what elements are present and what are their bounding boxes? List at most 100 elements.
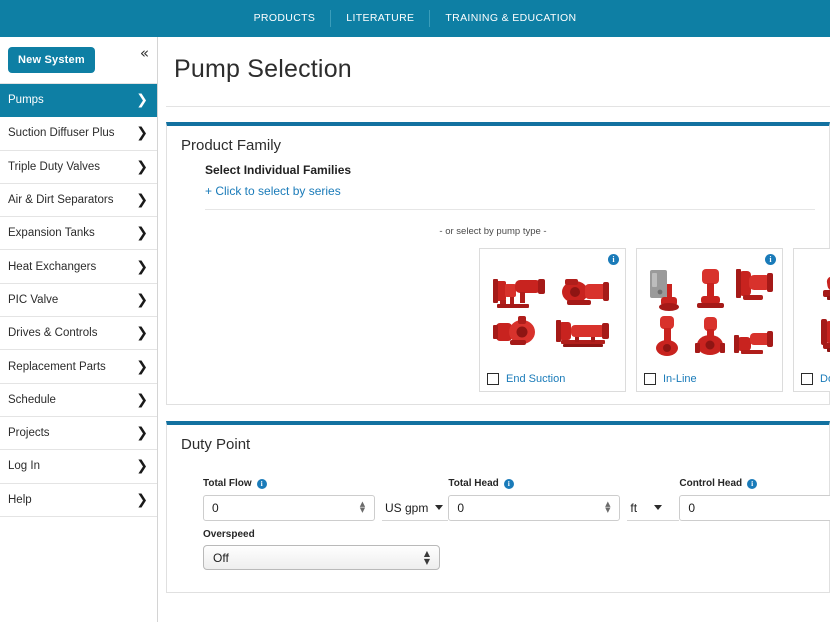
duty-point-panel: Duty Point Total Flow i ▲▼ US gpm — [166, 421, 830, 593]
in-line-label: In-Line — [663, 373, 697, 385]
total-flow-stepper[interactable]: ▲▼ — [358, 501, 367, 515]
page-title: Pump Selection — [166, 37, 830, 84]
info-icon[interactable]: i — [765, 254, 776, 265]
sidebar-item-label: PIC Valve — [8, 294, 58, 306]
sidebar-header: New System « — [0, 37, 157, 84]
duty-point-title: Duty Point — [167, 425, 829, 459]
control-head-label-row: Control Head i — [679, 478, 830, 489]
sidebar-item-label: Help — [8, 494, 32, 506]
pump-thumbnail — [733, 313, 775, 359]
pump-thumbnail — [690, 313, 732, 359]
info-icon[interactable]: i — [504, 479, 514, 489]
total-flow-label: Total Flow — [203, 478, 252, 489]
control-head-input[interactable] — [679, 495, 830, 521]
sidebar-item-label: Expansion Tanks — [8, 227, 95, 239]
main-content: Pump Selection Product Family Select Ind… — [158, 37, 830, 622]
topnav-item-training-education[interactable]: TRAINING & EDUCATION — [430, 11, 591, 26]
info-icon[interactable]: i — [608, 254, 619, 265]
topnav-item-products[interactable]: PRODUCTS — [239, 11, 331, 26]
new-system-button[interactable]: New System — [8, 47, 95, 73]
chevron-right-icon: ❯ — [136, 260, 148, 274]
title-divider — [166, 106, 830, 107]
overspeed-field-group: Overspeed Off ▲▼ — [181, 521, 815, 570]
total-flow-field-group: Total Flow i ▲▼ US gpm — [203, 478, 448, 521]
pump-thumbnail — [817, 266, 830, 310]
sidebar-nav-list: Pumps ❯ Suction Diffuser Plus ❯ Triple D… — [0, 84, 157, 517]
product-family-panel: Product Family Select Individual Familie… — [166, 122, 830, 405]
end-suction-footer: End Suction — [487, 373, 565, 385]
overspeed-selected-value: Off — [213, 551, 229, 565]
sidebar-item-help[interactable]: Help ❯ — [0, 484, 157, 517]
control-head-label: Control Head — [679, 478, 742, 489]
sidebar-item-expansion-tanks[interactable]: Expansion Tanks ❯ — [0, 217, 157, 250]
control-head-field-group: Control Head i — [679, 478, 830, 521]
sidebar-item-label: Schedule — [8, 394, 56, 406]
product-family-title: Product Family — [167, 126, 829, 160]
chevron-right-icon: ❯ — [136, 393, 148, 407]
info-icon[interactable]: i — [747, 479, 757, 489]
double-checkbox[interactable] — [801, 373, 813, 385]
sidebar-item-heat-exchangers[interactable]: Heat Exchangers ❯ — [0, 250, 157, 283]
total-flow-input[interactable] — [203, 495, 375, 521]
sidebar-item-replacement-parts[interactable]: Replacement Parts ❯ — [0, 350, 157, 383]
in-line-thumbnails — [643, 255, 776, 359]
overspeed-label-row: Overspeed — [203, 529, 815, 540]
product-family-body: Select Individual Families + Click to se… — [167, 160, 829, 404]
sidebar-item-air-dirt-separators[interactable]: Air & Dirt Separators ❯ — [0, 184, 157, 217]
overspeed-label: Overspeed — [203, 529, 255, 540]
chevron-right-icon: ❯ — [136, 160, 148, 174]
total-head-stepper[interactable]: ▲▼ — [603, 501, 612, 515]
sidebar-item-drives-controls[interactable]: Drives & Controls ❯ — [0, 317, 157, 350]
sidebar-item-pic-valve[interactable]: PIC Valve ❯ — [0, 284, 157, 317]
sidebar-item-pumps[interactable]: Pumps ❯ — [0, 84, 157, 117]
total-flow-unit-label: US gpm — [385, 501, 428, 515]
sidebar-item-projects[interactable]: Projects ❯ — [0, 417, 157, 450]
total-head-label: Total Head — [448, 478, 498, 489]
total-head-unit-select[interactable]: ft — [627, 495, 679, 521]
pump-type-card-end-suction[interactable]: i — [479, 248, 626, 392]
sidebar-item-schedule[interactable]: Schedule ❯ — [0, 384, 157, 417]
total-flow-input-row: ▲▼ US gpm — [203, 495, 448, 521]
product-family-divider — [205, 209, 815, 210]
sidebar-item-label: Triple Duty Valves — [8, 161, 100, 173]
total-flow-unit-select[interactable]: US gpm — [382, 495, 448, 521]
select-by-series-link[interactable]: + Click to select by series — [181, 177, 815, 198]
chevron-down-icon — [435, 505, 443, 510]
chevron-right-icon: ❯ — [136, 226, 148, 240]
end-suction-checkbox[interactable] — [487, 373, 499, 385]
double-label: Double — [820, 373, 830, 385]
chevron-down-icon — [654, 505, 662, 510]
chevron-right-icon: ❯ — [136, 126, 148, 140]
in-line-checkbox[interactable] — [644, 373, 656, 385]
topnav-item-literature[interactable]: LITERATURE — [331, 11, 429, 26]
pump-type-hint: - or select by pump type - — [181, 226, 815, 237]
duty-point-fields: Total Flow i ▲▼ US gpm — [181, 459, 815, 521]
duty-point-body: Total Flow i ▲▼ US gpm — [167, 459, 829, 592]
sidebar-item-label: Heat Exchangers — [8, 261, 96, 273]
sidebar-item-suction-diffuser-plus[interactable]: Suction Diffuser Plus ❯ — [0, 117, 157, 150]
pump-type-card-row: i — [181, 248, 815, 392]
total-head-input[interactable] — [448, 495, 620, 521]
in-line-footer: In-Line — [644, 373, 697, 385]
info-icon[interactable]: i — [257, 479, 267, 489]
chevron-right-icon: ❯ — [136, 426, 148, 440]
double-thumbnails — [800, 255, 830, 359]
double-footer: Double — [801, 373, 830, 385]
sidebar-item-log-in[interactable]: Log In ❯ — [0, 450, 157, 483]
sidebar-item-label: Drives & Controls — [8, 327, 97, 339]
pump-type-card-double[interactable]: i — [793, 248, 830, 392]
collapse-sidebar-icon[interactable]: « — [140, 46, 149, 61]
pump-thumbnail — [492, 273, 550, 311]
sidebar-item-label: Pumps — [8, 94, 44, 106]
overspeed-select[interactable]: Off ▲▼ — [203, 545, 440, 570]
chevron-right-icon: ❯ — [136, 293, 148, 307]
chevron-right-icon: ❯ — [136, 493, 148, 507]
top-navigation-bar: PRODUCTS LITERATURE TRAINING & EDUCATION — [0, 0, 830, 37]
sidebar: New System « Pumps ❯ Suction Diffuser Pl… — [0, 37, 158, 622]
pump-type-card-in-line[interactable]: i — [636, 248, 783, 392]
pump-thumbnail — [733, 266, 775, 312]
chevron-right-icon: ❯ — [136, 193, 148, 207]
sidebar-item-triple-duty-valves[interactable]: Triple Duty Valves ❯ — [0, 151, 157, 184]
sidebar-item-label: Suction Diffuser Plus — [8, 127, 115, 139]
total-head-input-row: ▲▼ ft — [448, 495, 679, 521]
